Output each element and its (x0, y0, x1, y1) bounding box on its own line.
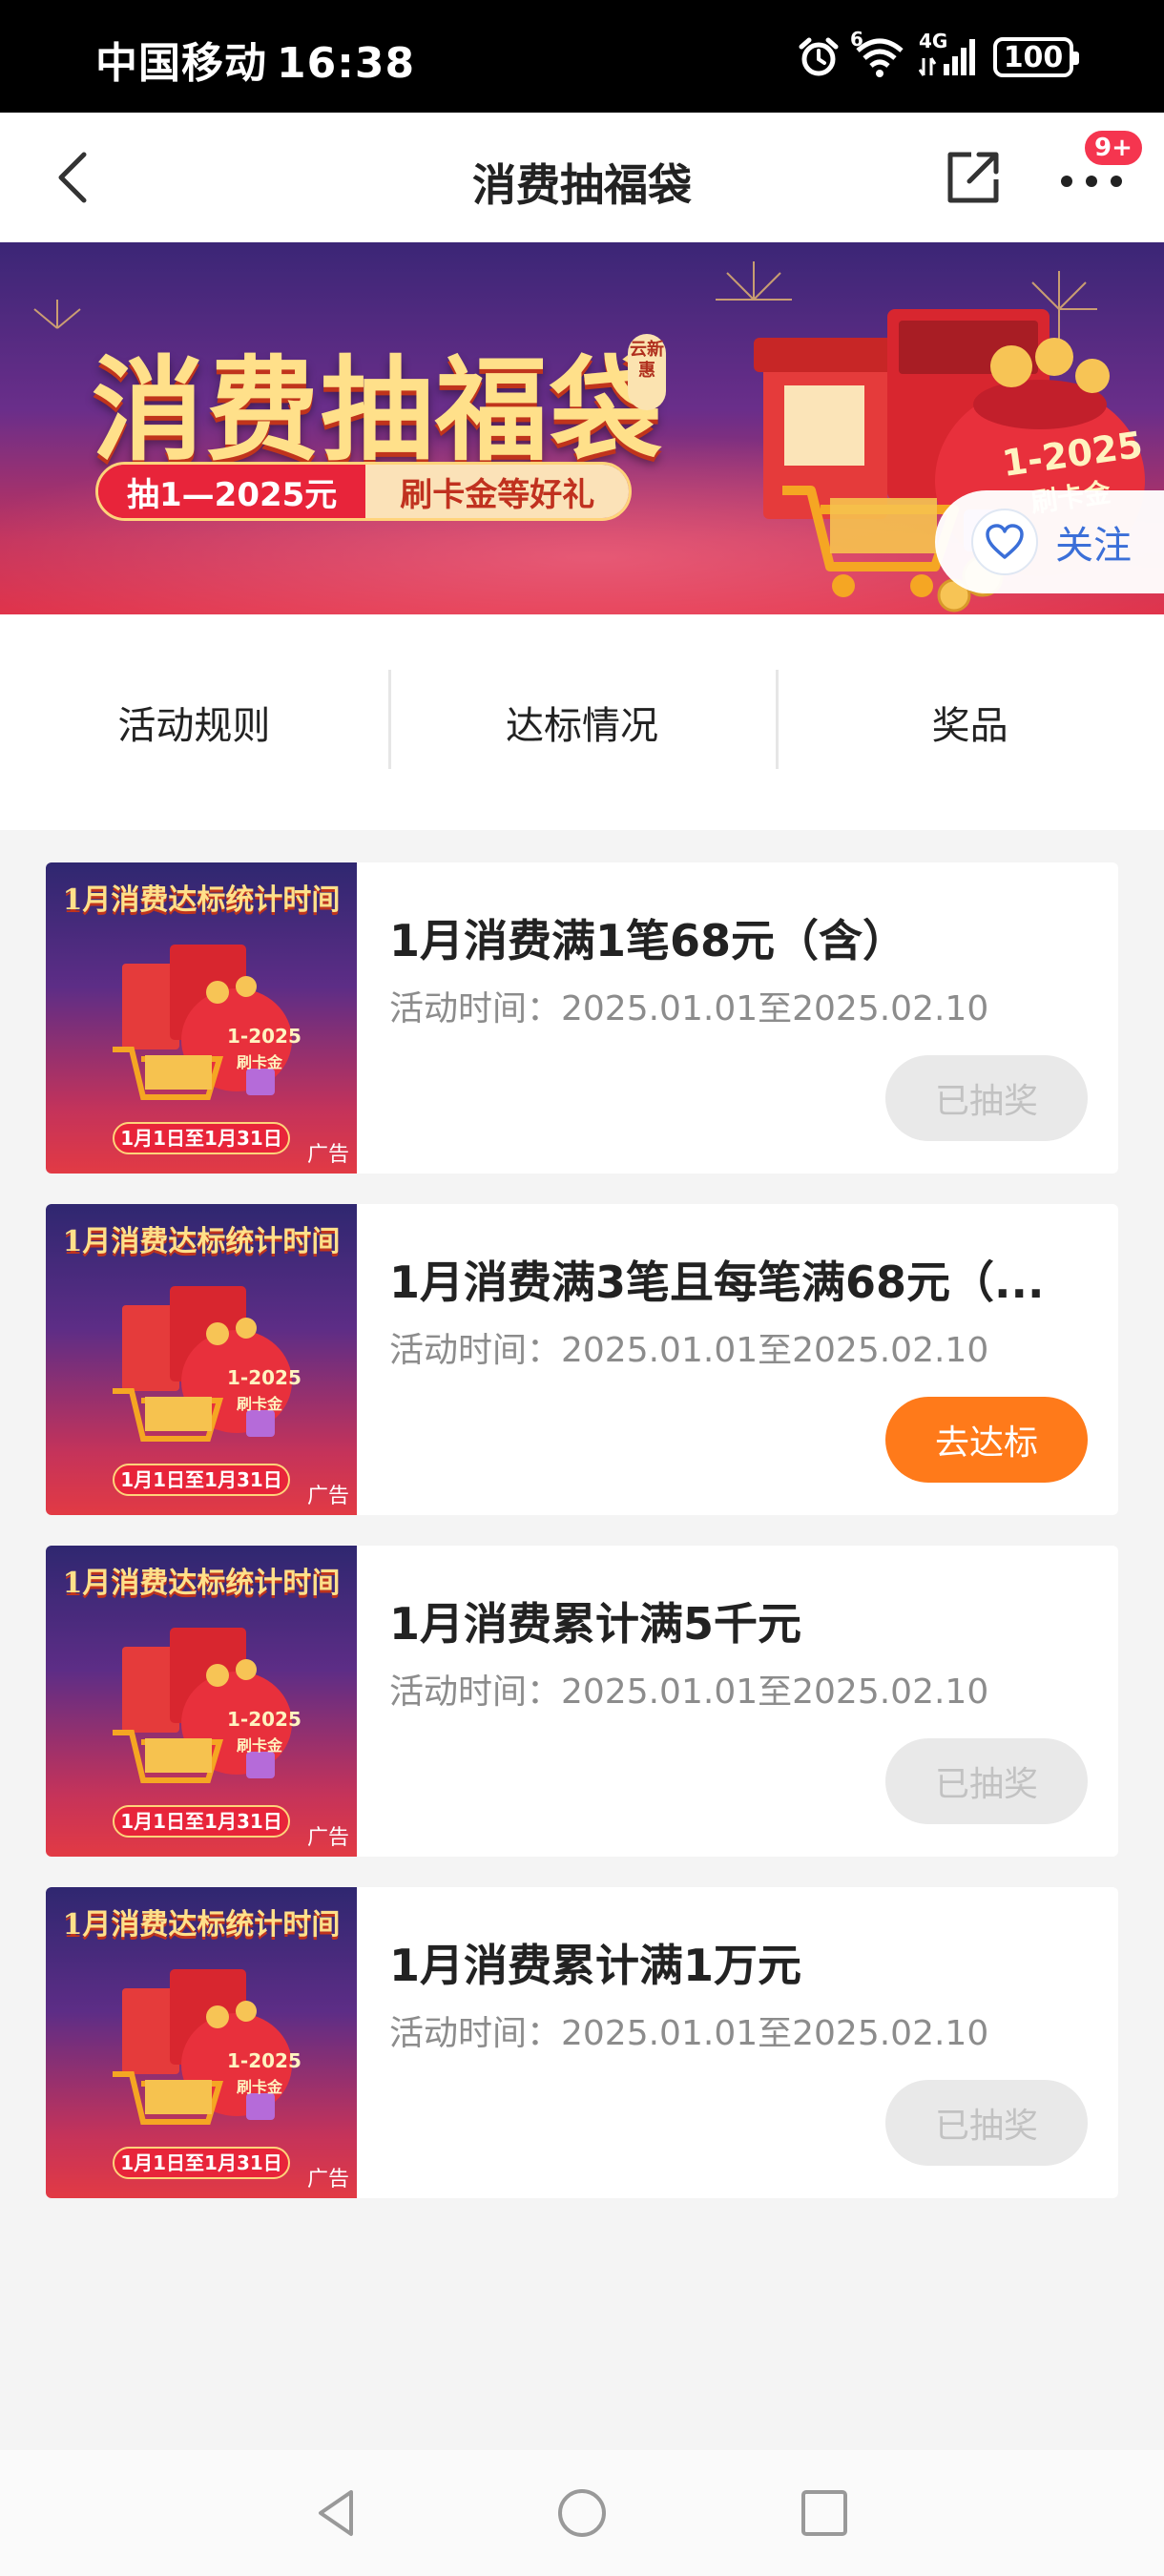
system-navigation-bar (0, 2450, 1164, 2576)
thumbnail-date-range: 1月1日至1月31日 (113, 2147, 290, 2179)
thumbnail-art-sub: 刷卡金 (237, 1736, 283, 1755)
card-thumbnail: 1月消费达标统计时间 1-2025 刷卡金 1月1日至1月31日 广告 (46, 1887, 357, 2198)
battery-indicator: 100 (993, 37, 1079, 77)
promo-banner: 消费抽福袋 云新惠 抽1—2025元 刷卡金等好礼 1-2025 刷卡金 (0, 242, 1164, 614)
wifi-label: 6 (850, 28, 863, 51)
thumbnail-art-text: 1-2025 (227, 1366, 301, 1389)
card-title: 1月消费累计满5千元 (389, 1598, 802, 1650)
thumbnail-date-range: 1月1日至1月31日 (113, 1805, 290, 1838)
follow-button[interactable]: 关注 (935, 490, 1164, 593)
tab-compliance-status[interactable]: 达标情况 (387, 670, 777, 769)
cellular-signal-icon: 4G (919, 30, 980, 79)
status-right: 6 4G 100 (797, 28, 1079, 84)
card-title: 1月消费累计满1万元 (389, 1940, 802, 1991)
tab-bar: 活动规则 达标情况 奖品 (0, 614, 1164, 830)
thumbnail-art-text: 1-2025 (227, 1708, 301, 1731)
wifi-icon: 6 (850, 28, 905, 79)
banner-subtitle: 抽1—2025元 刷卡金等好礼 (95, 462, 633, 521)
thumbnail-art-sub: 刷卡金 (237, 2078, 283, 2096)
card-thumbnail: 1月消费达标统计时间 1-2025 刷卡金 1月1日至1月31日 广告 (46, 862, 357, 1174)
tab-prizes[interactable]: 奖品 (776, 670, 1164, 769)
ad-label: 广告 (306, 2168, 349, 2192)
tab-activity-rules[interactable]: 活动规则 (0, 695, 388, 750)
card-activity-time: 活动时间：2025.01.01至2025.02.10 (389, 1331, 989, 1370)
card-title: 1月消费满1笔68元（含） (389, 915, 907, 966)
task-card[interactable]: 1月消费达标统计时间 1-2025 刷卡金 1月1日至1月31日 广告 1月消费… (46, 862, 1118, 1174)
follow-label: 关注 (1055, 524, 1132, 568)
card-activity-time: 活动时间：2025.01.01至2025.02.10 (389, 1672, 989, 1712)
share-icon[interactable] (943, 147, 1004, 208)
status-time: 16:38 (277, 39, 416, 88)
banner-prize-text: 抽1—2025元 (98, 465, 366, 518)
card-activity-time: 活动时间：2025.01.01至2025.02.10 (389, 989, 989, 1028)
thumbnail-date-range: 1月1日至1月31日 (113, 1122, 290, 1154)
circle-home-icon[interactable] (551, 2483, 613, 2544)
card-thumbnail: 1月消费达标统计时间 1-2025 刷卡金 1月1日至1月31日 广告 (46, 1204, 357, 1515)
battery-level: 100 (1003, 40, 1064, 74)
gift-bag-illustration-icon (113, 1969, 292, 2125)
thumbnail-headline: 1月消费达标统计时间 (62, 1225, 341, 1258)
ad-label: 广告 (306, 1485, 349, 1508)
thumbnail-headline: 1月消费达标统计时间 (62, 1908, 341, 1942)
ad-label: 广告 (306, 1826, 349, 1850)
status-left: 中国移动 16:38 (95, 29, 415, 90)
go-qualify-button[interactable]: 去达标 (885, 1397, 1088, 1483)
drawn-button[interactable]: 已抽奖 (885, 1738, 1088, 1824)
drawn-button[interactable]: 已抽奖 (885, 1055, 1088, 1141)
heart-icon (971, 509, 1038, 575)
thumbnail-art-sub: 刷卡金 (237, 1053, 283, 1071)
task-card[interactable]: 1月消费达标统计时间 1-2025 刷卡金 1月1日至1月31日 广告 1月消费… (46, 1887, 1118, 2198)
thumbnail-art-text: 1-2025 (227, 2049, 301, 2072)
banner-gift-text: 刷卡金等好礼 (365, 465, 630, 518)
square-recent-icon[interactable] (794, 2483, 855, 2544)
nav-bar: 消费抽福袋 9+ (0, 113, 1164, 242)
banner-title: 消费抽福袋 (92, 343, 665, 476)
ad-label: 广告 (306, 1143, 349, 1167)
thumbnail-headline: 1月消费达标统计时间 (62, 1567, 341, 1600)
card-thumbnail: 1月消费达标统计时间 1-2025 刷卡金 1月1日至1月31日 广告 (46, 1546, 357, 1857)
status-bar: 中国移动 16:38 6 4G 100 (0, 0, 1164, 113)
thumbnail-headline: 1月消费达标统计时间 (62, 883, 341, 917)
gift-bag-illustration-icon (113, 1286, 292, 1442)
carrier-label: 中国移动 (95, 39, 267, 88)
gift-bag-illustration-icon (113, 945, 292, 1100)
alarm-icon (799, 37, 839, 76)
notification-badge: 9+ (1082, 128, 1145, 168)
task-card[interactable]: 1月消费达标统计时间 1-2025 刷卡金 1月1日至1月31日 广告 1月消费… (46, 1546, 1118, 1857)
card-title: 1月消费满3笔且每笔满68元（... (389, 1257, 1045, 1308)
thumbnail-art-text: 1-2025 (227, 1025, 301, 1048)
triangle-back-icon[interactable] (307, 2483, 368, 2544)
card-activity-time: 活动时间：2025.01.01至2025.02.10 (389, 2014, 989, 2053)
drawn-button[interactable]: 已抽奖 (885, 2080, 1088, 2166)
task-card[interactable]: 1月消费达标统计时间 1-2025 刷卡金 1月1日至1月31日 广告 1月消费… (46, 1204, 1118, 1515)
thumbnail-art-sub: 刷卡金 (237, 1395, 283, 1413)
gift-bag-illustration-icon (113, 1628, 292, 1783)
thumbnail-date-range: 1月1日至1月31日 (113, 1464, 290, 1496)
banner-tag: 云新惠 (628, 334, 666, 410)
